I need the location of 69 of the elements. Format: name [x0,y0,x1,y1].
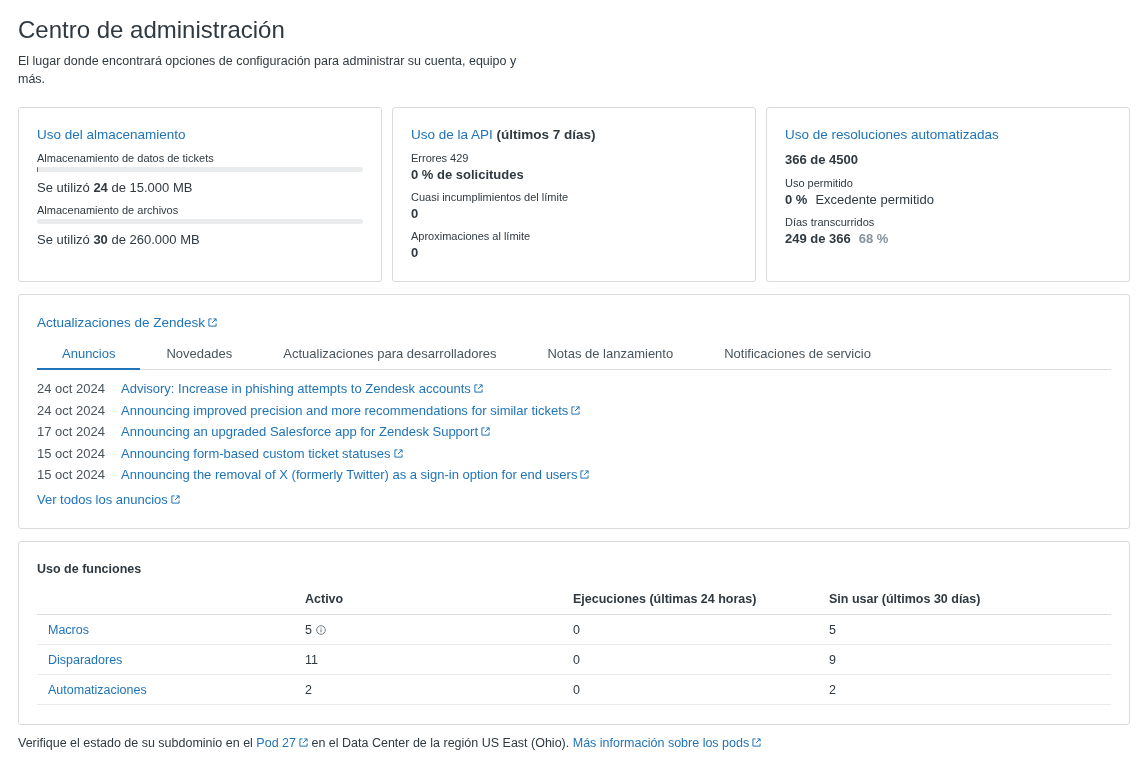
footer-link[interactable]: Pod 27 [256,736,296,750]
column-header: Sin usar (últimos 30 días) [829,592,1111,615]
table-cell: 0 [573,622,580,637]
updates-tab[interactable]: Notas de lanzamiento [522,346,699,370]
news-date: 17 oct 2024 [37,424,106,440]
allowed-label: Uso permitido [785,177,854,189]
api-metric-label: Errores 429 [411,152,470,164]
news-date: 15 oct 2024 [37,445,106,461]
updates-tab[interactable]: Notificaciones de servicio [699,346,896,370]
api-metric-value: 0 % de solicitudes [411,167,525,182]
column-header: Ejecuciones (últimas 24 horas) [573,592,829,615]
updates-tab[interactable]: Novedades [141,346,258,370]
storage-label: Almacenamiento de datos de tickets [37,152,215,164]
api-metric-label: Aproximaciones al límite [411,230,532,242]
info-icon[interactable] [315,624,326,635]
external-link-icon [752,738,762,747]
external-link-icon [571,405,581,415]
features-title: Uso de funciones [37,562,143,576]
api-metric-label: Cuasi incumplimientos del límite [411,191,570,203]
feature-link[interactable]: Disparadores [48,652,123,667]
api-metric-value: 0 [411,245,420,260]
resolutions-title-link[interactable]: Uso de resoluciones automatizadas [785,127,1111,142]
storage-label: Almacenamiento de archivos [37,204,180,216]
feature-link[interactable]: Macros [48,622,89,637]
column-header: Activo [305,592,573,615]
table-cell: 2 [305,682,312,697]
storage-title-link[interactable]: Uso del almacenamiento [37,127,363,142]
news-date: 15 oct 2024 [37,467,106,483]
table-cell: 5 [829,622,836,637]
storage-used-text: Se utilizó 30 de 260.000 MB [37,232,201,247]
api-title-link[interactable]: Uso de la API [411,127,493,142]
view-all-link[interactable]: Ver todos los anuncios [37,491,168,507]
news-link[interactable]: Announcing improved precision and more recommendations for similar tickets [121,402,569,418]
table-cell: 2 [829,682,836,697]
days-percent: 68 % [858,231,889,246]
allowed-value: 0 % [785,192,808,207]
news-date: 24 oct 2024 [37,402,106,418]
news-link[interactable]: Advisory: Increase in phishing attempts to Zendesk accounts [121,381,471,397]
external-link-icon [473,384,483,394]
external-link-icon [299,738,308,747]
external-link-icon [170,494,180,504]
days-value: 249 de 366 [785,231,851,246]
external-link-icon [580,470,590,480]
table-cell: 5 [305,622,312,637]
news-date: 24 oct 2024 [37,381,106,397]
api-title-period: (últimos 7 días) [496,127,596,142]
page-title: Centro de administración [18,16,286,44]
updates-title-link[interactable]: Actualizaciones de Zendesk [37,315,206,330]
news-link[interactable]: Announcing an upgraded Salesforce app for Zendesk Support [121,424,479,440]
footer-link[interactable]: Más información sobre los pods [572,736,750,750]
table-cell: 0 [573,682,580,697]
news-link[interactable]: Announcing the removal of X (formerly Twitter) as a sign-in option for end users [121,467,578,483]
api-metric-value: 0 [411,206,420,221]
table-cell: 11 [305,652,318,667]
days-label: Días transcurridos [785,216,876,228]
updates-tab[interactable]: Actualizaciones para desarrolladores [258,346,522,370]
storage-used-text: Se utilizó 24 de 15.000 MB [37,180,194,195]
resolutions-total: 366 de 4500 [785,152,859,167]
feature-link[interactable]: Automatizaciones [48,682,147,697]
allowed-note: Excedente permitido [815,192,934,207]
news-link[interactable]: Announcing form-based custom ticket statuses [121,445,391,461]
updates-tab[interactable]: Anuncios [37,346,141,370]
pod-status-sentence: Verifique el estado de su subdominio en el Pod 27 en el Data Center de la región US East (Ohio). Más información sobre los pods [18,736,1130,750]
table-cell: 9 [829,652,836,667]
external-link-icon [393,448,403,458]
external-link-icon [208,318,218,327]
table-cell: 0 [573,652,580,667]
page-subtitle: El lugar donde encontrará opciones de configuración para administrar su cuenta, equipo y más. [18,53,518,88]
external-link-icon [481,427,491,437]
